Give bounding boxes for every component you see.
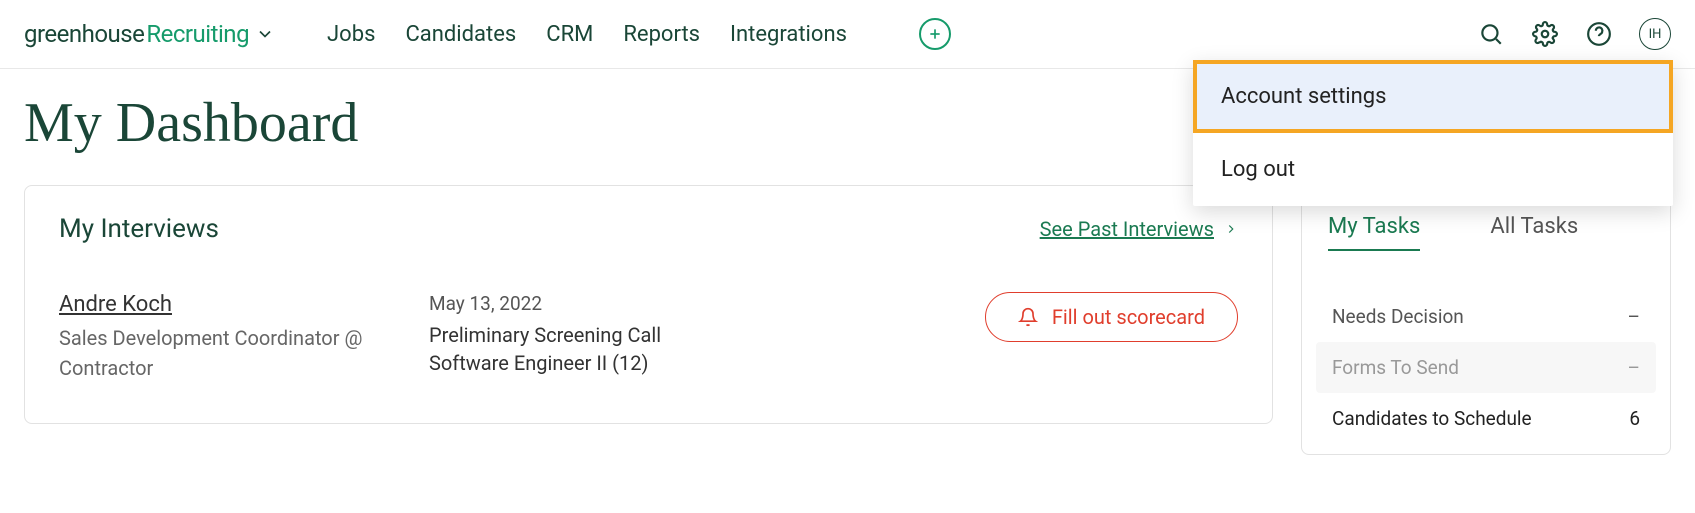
add-button[interactable] [919, 18, 951, 50]
task-value: – [1628, 305, 1640, 328]
interview-stage: Preliminary Screening Call [429, 323, 965, 347]
candidate-name-link[interactable]: Andre Koch [59, 292, 172, 317]
menu-log-out[interactable]: Log out [1193, 133, 1673, 206]
interview-date: May 13, 2022 [429, 292, 965, 315]
chevron-right-icon [1224, 222, 1238, 236]
bell-icon [1018, 307, 1038, 327]
scorecard-label: Fill out scorecard [1052, 305, 1205, 329]
tasks-card: My Tasks All Tasks Needs Decision – Form… [1301, 185, 1671, 455]
user-menu: Account settings Log out [1193, 60, 1673, 206]
nav-reports[interactable]: Reports [623, 22, 700, 47]
task-value: – [1628, 356, 1640, 379]
brand-logo[interactable]: greenhouse Recruiting [24, 20, 249, 48]
task-forms-to-send[interactable]: Forms To Send – [1316, 342, 1656, 393]
brand-greenhouse: greenhouse [24, 20, 144, 48]
task-label: Candidates to Schedule [1332, 407, 1532, 430]
nav-crm[interactable]: CRM [546, 22, 593, 47]
interview-job: Software Engineer II (12) [429, 351, 965, 375]
interviews-title: My Interviews [59, 214, 219, 244]
chevron-down-icon[interactable] [255, 24, 275, 44]
candidate-role: Sales Development Coordinator @ Contract… [59, 323, 409, 383]
gear-icon[interactable] [1531, 20, 1559, 48]
interviews-card: My Interviews See Past Interviews Andre … [24, 185, 1273, 424]
task-label: Needs Decision [1332, 305, 1464, 328]
task-label: Forms To Send [1332, 356, 1459, 379]
brand-recruiting: Recruiting [146, 20, 249, 48]
nav-jobs[interactable]: Jobs [327, 22, 375, 47]
nav-integrations[interactable]: Integrations [730, 22, 847, 47]
menu-account-settings[interactable]: Account settings [1193, 60, 1673, 133]
task-candidates-to-schedule[interactable]: Candidates to Schedule 6 [1328, 393, 1644, 444]
nav-candidates[interactable]: Candidates [405, 22, 516, 47]
interview-row: Andre Koch Sales Development Coordinator… [59, 292, 1238, 383]
avatar-initials: IH [1649, 27, 1662, 42]
see-past-label: See Past Interviews [1040, 217, 1214, 241]
task-value: 6 [1629, 407, 1640, 430]
search-icon[interactable] [1477, 20, 1505, 48]
task-needs-decision[interactable]: Needs Decision – [1328, 291, 1644, 342]
fill-scorecard-button[interactable]: Fill out scorecard [985, 292, 1238, 342]
avatar[interactable]: IH [1639, 18, 1671, 50]
help-icon[interactable] [1585, 20, 1613, 48]
see-past-interviews-link[interactable]: See Past Interviews [1040, 217, 1238, 241]
tab-all-tasks[interactable]: All Tasks [1490, 214, 1578, 251]
tab-my-tasks[interactable]: My Tasks [1328, 214, 1420, 251]
